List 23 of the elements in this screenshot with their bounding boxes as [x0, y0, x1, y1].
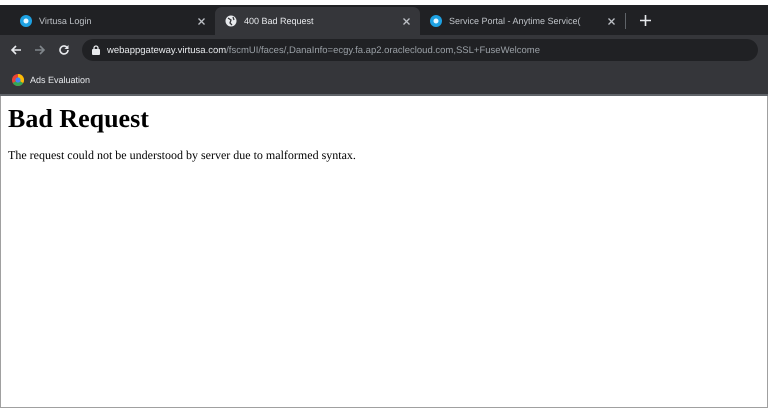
forward-icon[interactable] [34, 44, 46, 56]
browser-tab[interactable]: Service Portal - Anytime Service( [420, 7, 625, 35]
reload-icon[interactable] [58, 44, 70, 56]
site-icon [20, 15, 32, 27]
close-icon[interactable] [608, 18, 615, 24]
close-icon[interactable] [198, 18, 205, 24]
tab-title: Service Portal - Anytime Service( [449, 16, 582, 26]
browser-tab[interactable]: 400 Bad Request [215, 7, 420, 35]
address-bar[interactable]: webappgateway.virtusa.com/fscmUI/faces/,DanaInfo=ecgy.fa.ap2.oraclecloud.com,SSL+FuseWelcome [82, 39, 758, 61]
page-heading: Bad Request [8, 104, 150, 134]
tab-title: 400 Bad Request [244, 16, 315, 26]
browser-tab[interactable]: Virtusa Login [10, 7, 215, 35]
bookmark[interactable]: Ads Evaluation [12, 74, 90, 86]
globe-icon [225, 15, 237, 27]
close-icon[interactable] [403, 18, 410, 24]
url-text: webappgateway.virtusa.com/fscmUI/faces/,DanaInfo=ecgy.fa.ap2.oraclecloud.com,SSL+FuseWelcome [107, 44, 540, 56]
google-icon [12, 74, 24, 86]
lock-icon [92, 45, 100, 55]
new-tab-icon[interactable] [640, 15, 651, 26]
back-icon[interactable] [10, 44, 22, 56]
tab-title: Virtusa Login [39, 16, 92, 26]
site-icon [430, 15, 442, 27]
error-message: The request could not be understood by server due to malformed syntax. [8, 148, 357, 163]
